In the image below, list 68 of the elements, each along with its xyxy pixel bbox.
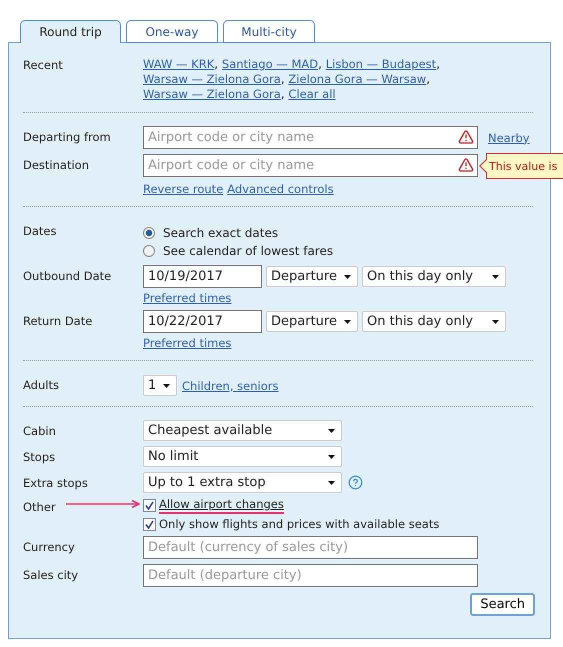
caret-icon [492, 320, 499, 324]
route-link[interactable]: Advanced controls [227, 182, 334, 196]
comma-separator: , [214, 57, 218, 71]
error-tooltip: This value is [479, 153, 563, 179]
field-label: Recent [23, 57, 63, 72]
recent-link[interactable]: WAW — KRK [143, 57, 214, 71]
option-select[interactable]: No limit [143, 446, 342, 467]
tab[interactable]: One-way [126, 20, 218, 43]
adults-select[interactable]: 1 [143, 375, 177, 396]
date-input-field[interactable]: 10/22/2017 [143, 310, 262, 333]
recent-link[interactable]: Clear all [288, 87, 336, 101]
recent-link[interactable]: Zielona Gora — Warsaw [288, 72, 426, 86]
option-input-field[interactable]: Default (departure city) [143, 564, 478, 587]
destination-input-field[interactable]: Airport code or city name [143, 154, 478, 177]
recent-link[interactable]: Santiago — MAD [222, 57, 318, 71]
field-label: Stops [23, 449, 56, 464]
field-label: Sales city [23, 567, 78, 582]
option-select[interactable]: Up to 1 extra stop [143, 472, 342, 493]
recent-link[interactable]: Warsaw — Zielona Gora [143, 72, 281, 86]
checkbox-label: Only show flights and prices with available seats [159, 517, 440, 531]
field-label: Destination [23, 157, 89, 172]
help-icon[interactable] [348, 475, 363, 490]
comma-separator: , [318, 57, 322, 71]
tab[interactable]: Multi-city [223, 20, 315, 43]
field-label: Currency [23, 539, 75, 554]
option-input-field[interactable]: Default (currency of sales city) [143, 536, 478, 559]
caret-icon [492, 274, 499, 278]
radio-button[interactable] [143, 227, 155, 239]
date-input-field[interactable]: 10/19/2017 [143, 265, 262, 288]
preferred-times-link[interactable]: Preferred times [143, 291, 232, 305]
date-range-select[interactable]: On this day only [362, 311, 506, 332]
option-select[interactable]: Cheapest available [143, 420, 342, 441]
route-link[interactable]: Reverse route [143, 182, 224, 196]
checkbox[interactable] [143, 518, 156, 530]
search-button[interactable]: Search [470, 593, 535, 616]
caret-icon [163, 384, 170, 388]
caret-icon [344, 274, 351, 278]
field-label: Extra stops [23, 475, 88, 490]
field-label: Other [23, 499, 56, 514]
comma-separator: , [280, 87, 285, 101]
time-type-select[interactable]: Departure [266, 311, 358, 332]
radio-label: See calendar of lowest fares [163, 244, 334, 258]
departure-input-field[interactable]: Airport code or city name [143, 126, 478, 149]
caret-icon [344, 320, 351, 324]
caret-icon [328, 428, 335, 432]
radio-button[interactable] [143, 245, 155, 257]
comma-separator: , [436, 57, 440, 71]
children-seniors-link[interactable]: Children, seniors [182, 378, 278, 392]
recent-link[interactable]: Lisbon — Budapest [326, 57, 436, 71]
field-label: Return Date [23, 313, 92, 328]
field-label: Outbound Date [23, 268, 112, 283]
comma-separator: , [280, 72, 285, 86]
time-type-select[interactable]: Departure [266, 266, 358, 287]
comma-separator: , [426, 72, 430, 86]
date-range-select[interactable]: On this day only [362, 266, 506, 287]
caret-icon [328, 480, 335, 484]
nearby-link[interactable]: Nearby [488, 130, 530, 144]
recent-link[interactable]: Warsaw — Zielona Gora [143, 87, 281, 101]
field-label: Cabin [23, 423, 56, 438]
field-label: Departing from [23, 129, 111, 144]
field-label: Dates [23, 223, 56, 238]
field-label: Adults [23, 377, 59, 392]
checkbox[interactable] [143, 499, 156, 512]
caret-icon [328, 454, 335, 458]
radio-label: Search exact dates [163, 226, 278, 240]
tab[interactable]: Round trip [20, 20, 121, 43]
checkbox-label: Allow airport changes [159, 497, 284, 514]
preferred-times-link[interactable]: Preferred times [143, 336, 232, 350]
